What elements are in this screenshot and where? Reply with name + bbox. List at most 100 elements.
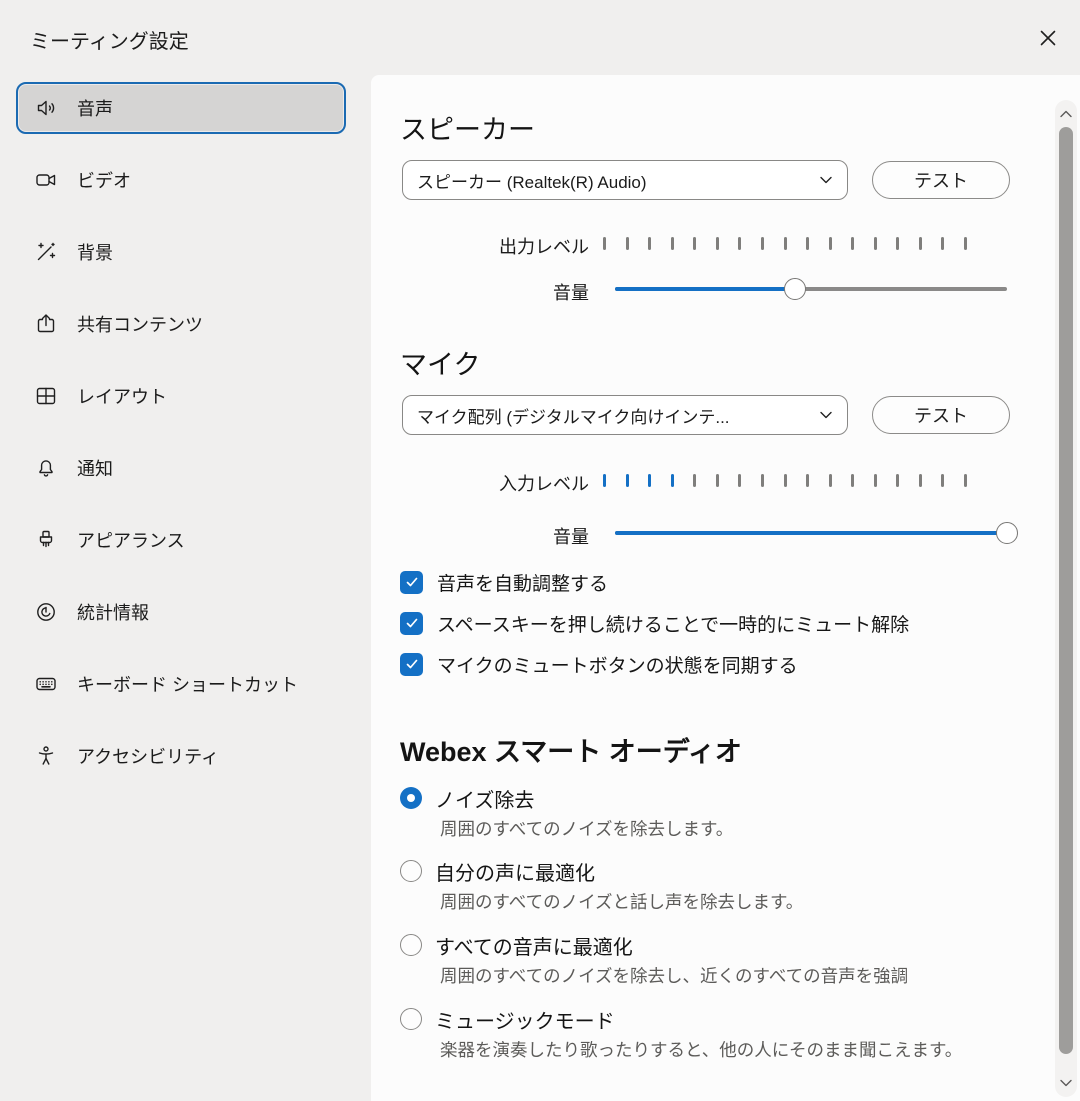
noise-removal-option[interactable]: ノイズ除去 周囲のすべてのノイズを除去します。: [400, 782, 1020, 843]
slider-track[interactable]: [615, 531, 1007, 535]
audio-settings-panel: スピーカー スピーカー (Realtek(R) Audio) テスト 出力レベル…: [371, 75, 1080, 1101]
radio-description: 周囲のすべてのノイズを除去し、近くのすべての音声を強調: [440, 962, 1020, 990]
level-tick: [806, 474, 809, 487]
level-tick: [761, 237, 764, 250]
level-tick: [919, 474, 922, 487]
level-tick: [851, 474, 854, 487]
level-tick: [603, 237, 606, 250]
checkbox-checked-icon: [400, 653, 423, 676]
speaker-icon: [34, 96, 58, 120]
radio-unselected-icon[interactable]: [400, 934, 422, 956]
bell-icon: [34, 456, 58, 480]
microphone-device-select[interactable]: マイク配列 (デジタルマイク向けインテ...: [402, 395, 848, 435]
level-tick: [784, 474, 787, 487]
slider-thumb[interactable]: [996, 522, 1018, 544]
microphone-volume-slider[interactable]: [605, 519, 1017, 547]
level-tick: [626, 474, 629, 487]
layout-grid-icon: [34, 384, 58, 408]
level-tick: [671, 237, 674, 250]
sidebar-item-label: ビデオ: [77, 167, 131, 193]
microphone-test-button[interactable]: テスト: [872, 396, 1010, 434]
level-tick: [738, 237, 741, 250]
sidebar-item-label: 共有コンテンツ: [77, 311, 203, 337]
sidebar-item-label: レイアウト: [77, 383, 167, 409]
sidebar-item-keyboard-shortcuts[interactable]: キーボード ショートカット: [16, 658, 346, 710]
scrollbar-thumb[interactable]: [1059, 127, 1073, 1054]
push-to-talk-checkbox[interactable]: スペースキーを押し続けることで一時的にミュート解除: [400, 608, 909, 638]
input-level-meter: [603, 473, 967, 487]
level-tick: [761, 474, 764, 487]
sidebar-item-background[interactable]: 背景: [16, 226, 346, 278]
microphone-device-value: マイク配列 (デジタルマイク向けインテ...: [417, 403, 730, 428]
close-icon: [1039, 29, 1057, 47]
level-tick: [648, 474, 651, 487]
radio-label: ノイズ除去: [435, 784, 534, 813]
sidebar-item-statistics[interactable]: 統計情報: [16, 586, 346, 638]
level-tick: [716, 237, 719, 250]
music-mode-option[interactable]: ミュージックモード 楽器を演奏したり歌ったりすると、他の人にそのまま聞こえます。: [400, 1003, 1020, 1064]
level-tick: [693, 237, 696, 250]
optimize-all-voices-option[interactable]: すべての音声に最適化 周囲のすべてのノイズを除去し、近くのすべての音声を強調: [400, 929, 1020, 990]
radio-selected-icon[interactable]: [400, 787, 422, 809]
content-scrollbar[interactable]: [1055, 100, 1077, 1097]
sidebar-item-accessibility[interactable]: アクセシビリティ: [16, 730, 346, 782]
checkbox-label: 音声を自動調整する: [437, 569, 608, 596]
radio-unselected-icon[interactable]: [400, 860, 422, 882]
level-tick: [874, 474, 877, 487]
radio-label: すべての音声に最適化: [435, 931, 633, 960]
chevron-down-icon: [818, 407, 834, 423]
level-tick: [806, 237, 809, 250]
level-tick: [874, 237, 877, 250]
radio-label: ミュージックモード: [435, 1005, 615, 1034]
radio-description: 周囲のすべてのノイズを除去します。: [440, 815, 1020, 843]
radio-unselected-icon[interactable]: [400, 1008, 422, 1030]
speaker-volume-slider[interactable]: [605, 275, 1017, 303]
close-button[interactable]: [1034, 24, 1062, 52]
checkbox-label: マイクのミュートボタンの状態を同期する: [437, 651, 798, 678]
output-level-meter: [603, 236, 967, 250]
sidebar-item-label: アピアランス: [77, 527, 185, 553]
sidebar-item-video[interactable]: ビデオ: [16, 154, 346, 206]
sidebar-item-share-content[interactable]: 共有コンテンツ: [16, 298, 346, 350]
level-tick: [603, 474, 606, 487]
level-tick: [716, 474, 719, 487]
sidebar-item-layout[interactable]: レイアウト: [16, 370, 346, 422]
slider-track[interactable]: [615, 287, 1007, 291]
sidebar-item-appearance[interactable]: アピアランス: [16, 514, 346, 566]
microphone-volume-label: 音量: [399, 523, 589, 549]
checkbox-checked-icon: [400, 612, 423, 635]
microphone-section-heading: マイク: [400, 343, 480, 382]
speaker-volume-label: 音量: [399, 279, 589, 305]
radio-label: 自分の声に最適化: [435, 857, 595, 886]
input-level-label: 入力レベル: [399, 470, 589, 496]
sidebar-item-label: 通知: [77, 455, 113, 481]
radio-description: 楽器を演奏したり歌ったりすると、他の人にそのまま聞こえます。: [440, 1036, 1020, 1064]
level-tick: [941, 474, 944, 487]
dialog-title: ミーティング設定: [30, 25, 189, 54]
slider-fill: [615, 287, 795, 291]
level-tick: [829, 474, 832, 487]
level-tick: [896, 237, 899, 250]
sidebar-item-label: 統計情報: [77, 599, 149, 625]
sidebar-item-notifications[interactable]: 通知: [16, 442, 346, 494]
optimize-my-voice-option[interactable]: 自分の声に最適化 周囲のすべてのノイズと話し声を除去します。: [400, 855, 1020, 916]
scroll-down-icon[interactable]: [1055, 1075, 1077, 1091]
speaker-test-button[interactable]: テスト: [872, 161, 1010, 199]
chevron-down-icon: [818, 172, 834, 188]
slider-thumb[interactable]: [784, 278, 806, 300]
pie-chart-icon: [34, 600, 58, 624]
accessibility-icon: [34, 744, 58, 768]
speaker-device-value: スピーカー (Realtek(R) Audio): [417, 168, 647, 193]
level-tick: [919, 237, 922, 250]
sidebar-item-label: キーボード ショートカット: [77, 671, 298, 697]
magic-wand-icon: [34, 240, 58, 264]
speaker-device-select[interactable]: スピーカー (Realtek(R) Audio): [402, 160, 848, 200]
scroll-up-icon[interactable]: [1055, 106, 1077, 122]
sidebar-item-audio[interactable]: 音声: [16, 82, 346, 134]
smart-audio-heading: Webex スマート オーディオ: [400, 730, 742, 769]
level-tick: [941, 237, 944, 250]
sync-mute-button-checkbox[interactable]: マイクのミュートボタンの状態を同期する: [400, 649, 798, 679]
paintbrush-icon: [34, 528, 58, 552]
settings-sidebar: 音声 ビデオ 背景 共有コンテンツ レイアウト 通知 アピアランス: [16, 82, 346, 782]
auto-adjust-audio-checkbox[interactable]: 音声を自動調整する: [400, 567, 608, 597]
